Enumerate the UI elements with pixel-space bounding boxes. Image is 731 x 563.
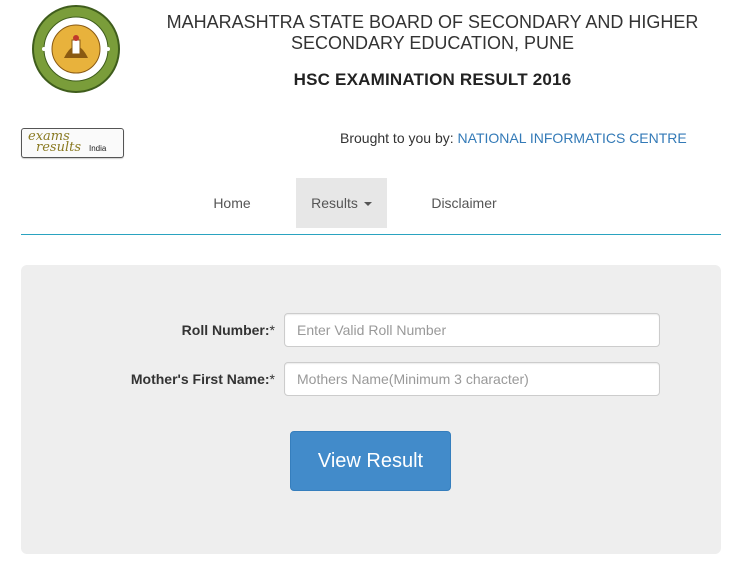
nav-disclaimer-label: Disclaimer [431,195,497,211]
main-nav: Home Results Disclaimer [21,178,721,235]
result-form-panel: Roll Number:* Mother's First Name:* View… [21,265,721,554]
exam-title: HSC EXAMINATION RESULT 2016 [293,70,572,89]
mother-name-label: Mother's First Name:* [81,371,275,387]
brought-to-you-by: Brought to you by: NATIONAL INFORMATICS … [340,130,687,146]
required-marker: * [269,322,275,338]
nav-disclaimer[interactable]: Disclaimer [417,178,511,228]
maharashtra-board-emblem-icon [24,4,128,94]
mother-name-input[interactable] [284,362,660,396]
nic-link[interactable]: NATIONAL INFORMATICS CENTRE [458,130,687,146]
board-title-line2: SECONDARY EDUCATION, PUNE [290,33,575,53]
logo-text-results: results [36,140,82,155]
board-title: MAHARASHTRA STATE BOARD OF SECONDARY AND… [140,12,725,54]
board-title-line1: MAHARASHTRA STATE BOARD OF SECONDARY AND… [166,12,699,32]
nav-home[interactable]: Home [197,178,267,228]
nav-home-label: Home [213,195,251,211]
roll-number-label-text: Roll Number: [181,322,270,338]
exams-results-india-logo[interactable]: exams results India [21,128,124,158]
nav-results-dropdown[interactable]: Results [296,178,387,228]
required-marker: * [269,371,275,387]
mother-name-label-text: Mother's First Name: [130,371,270,387]
brought-label: Brought to you by: [340,130,454,146]
nav-results-label: Results [311,195,358,211]
roll-number-input[interactable] [284,313,660,347]
roll-number-label: Roll Number:* [81,322,275,338]
logo-text-india: India [89,144,107,153]
caret-down-icon [363,202,372,207]
view-result-button[interactable]: View Result [290,431,451,491]
